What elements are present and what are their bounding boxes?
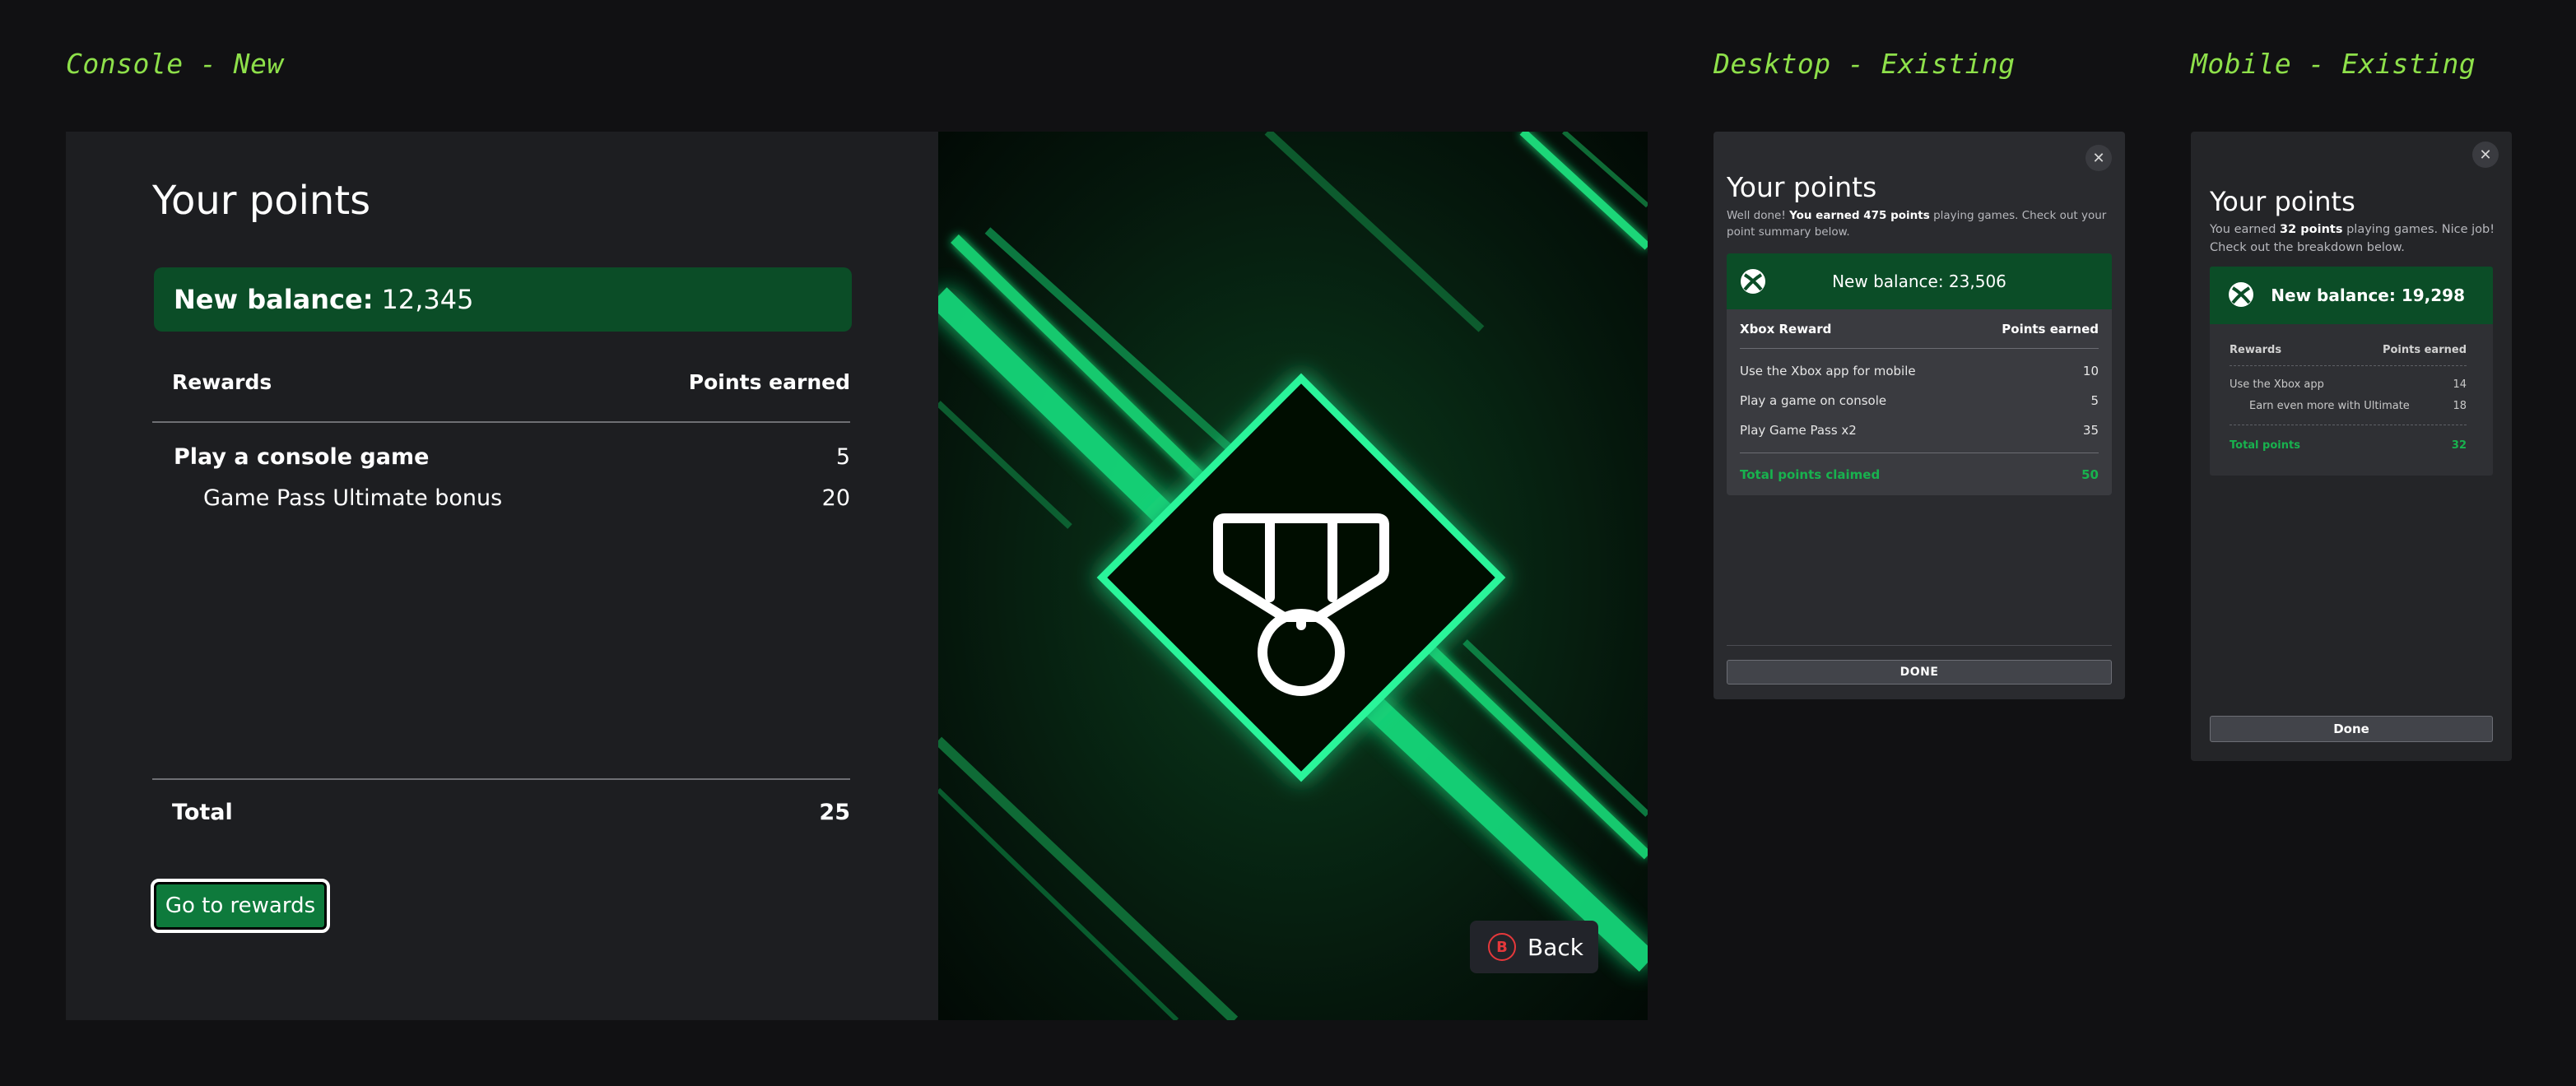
reward-label: Play a game on console xyxy=(1740,393,1887,408)
back-label: Back xyxy=(1527,933,1583,961)
table-row: Play Game Pass x2 35 xyxy=(1740,423,2099,438)
reward-points: 5 xyxy=(2090,393,2099,408)
xbox-logo-icon xyxy=(1741,269,1765,294)
console-hero-art: B Back xyxy=(938,132,1648,1020)
go-to-rewards-button[interactable]: Go to rewards xyxy=(151,879,330,933)
console-points-panel: Your points New balance: 12,345 Rewards … xyxy=(66,132,938,1020)
column-header-points: Points earned xyxy=(688,370,850,394)
total-row: Total points 32 xyxy=(2230,439,2467,452)
back-button[interactable]: B Back xyxy=(1470,921,1598,973)
total-row: Total 25 xyxy=(152,800,850,833)
table-row: Use the Xbox app 14 xyxy=(2230,378,2467,391)
summary-text: You earned 32 points playing games. Nice… xyxy=(2210,223,2495,254)
total-row: Total points claimed 50 xyxy=(1740,467,2099,482)
reward-label: Use the Xbox app for mobile xyxy=(1740,364,1916,378)
points-card: New balance: 19,298 Rewards Points earne… xyxy=(2210,267,2493,476)
reward-label: Earn even more with Ultimate xyxy=(2249,400,2410,412)
table-row: Earn even more with Ultimate 18 xyxy=(2230,400,2467,412)
balance-value: New balance: 19,298 xyxy=(2271,285,2465,305)
table-row: Play a game on console 5 xyxy=(1740,393,2099,408)
total-label: Total points claimed xyxy=(1740,467,1881,482)
medal-hero-illustration xyxy=(938,132,1648,1020)
summary-text: Well done! You earned 475 points playing… xyxy=(1727,209,2107,239)
xbox-logo-icon xyxy=(2229,282,2253,307)
balance-banner: New balance: 19,298 xyxy=(2210,267,2493,324)
reward-points: 5 xyxy=(835,444,850,470)
done-button[interactable]: Done xyxy=(2210,716,2493,742)
reward-label: Use the Xbox app xyxy=(2230,378,2324,391)
divider xyxy=(152,421,850,423)
divider xyxy=(152,778,850,780)
table-row: Game Pass Ultimate bonus 20 xyxy=(152,485,850,518)
done-button[interactable]: DONE xyxy=(1727,660,2112,685)
table-header: Xbox Reward Points earned xyxy=(1740,322,2099,336)
close-icon[interactable]: ✕ xyxy=(2472,142,2499,168)
close-icon[interactable]: ✕ xyxy=(2085,145,2112,171)
reward-points: 18 xyxy=(2453,400,2467,412)
desktop-dialog: ✕ Your points Well done! You earned 475 … xyxy=(1713,132,2125,699)
reward-label: Play Game Pass x2 xyxy=(1740,423,1857,438)
page-title: Your points xyxy=(152,178,371,224)
balance-label: New balance: xyxy=(174,284,374,315)
b-button-icon: B xyxy=(1488,933,1516,961)
total-value: 32 xyxy=(2451,439,2467,452)
total-label: Total points xyxy=(2230,439,2300,452)
mobile-dialog: ✕ Your points You earned 32 points playi… xyxy=(2191,132,2512,761)
console-dialog: Your points New balance: 12,345 Rewards … xyxy=(66,132,1648,1020)
page-title: Your points xyxy=(2210,186,2355,217)
reward-label: Game Pass Ultimate bonus xyxy=(203,485,503,511)
divider xyxy=(1727,645,2112,646)
section-label-console: Console - New xyxy=(66,48,284,80)
column-header-rewards: Rewards xyxy=(2230,344,2282,356)
column-header-points: Points earned xyxy=(2002,322,2099,336)
total-value: 25 xyxy=(819,800,850,825)
balance-value: New balance: 23,506 xyxy=(1832,272,2006,291)
table-header: Rewards Points earned xyxy=(2230,344,2467,356)
reward-points: 10 xyxy=(2082,364,2099,378)
table-header: Rewards Points earned xyxy=(152,370,850,403)
reward-points: 35 xyxy=(2082,423,2099,438)
section-label-mobile: Mobile - Existing xyxy=(2191,48,2476,80)
column-header-rewards: Rewards xyxy=(172,370,272,394)
divider xyxy=(1740,348,2099,349)
divider xyxy=(2230,365,2467,366)
page-title: Your points xyxy=(1727,171,1877,203)
table-row: Use the Xbox app for mobile 10 xyxy=(1740,364,2099,378)
column-header-reward: Xbox Reward xyxy=(1740,322,1832,336)
balance-value: 12,345 xyxy=(381,284,474,315)
divider xyxy=(1740,452,2099,453)
total-value: 50 xyxy=(2081,467,2099,482)
total-label: Total xyxy=(172,800,233,825)
reward-points: 14 xyxy=(2453,378,2467,391)
balance-banner: New balance: 23,506 xyxy=(1727,253,2112,309)
reward-points: 20 xyxy=(821,485,850,511)
table-row: Play a console game 5 xyxy=(152,444,850,477)
section-label-desktop: Desktop - Existing xyxy=(1713,48,2016,80)
column-header-points: Points earned xyxy=(2382,344,2467,356)
reward-label: Play a console game xyxy=(174,444,430,470)
points-card: New balance: 23,506 Xbox Reward Points e… xyxy=(1727,253,2112,495)
balance-banner: New balance: 12,345 xyxy=(154,267,852,332)
